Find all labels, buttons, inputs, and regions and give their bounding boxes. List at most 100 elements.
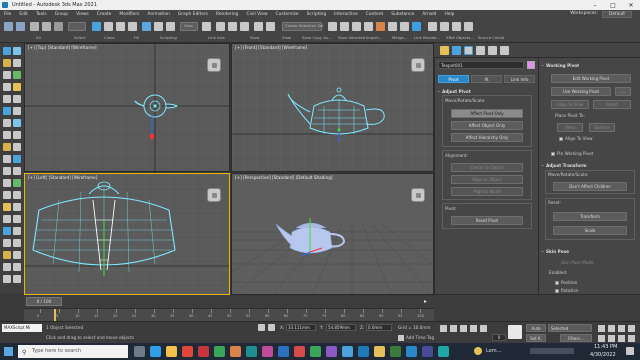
- menu-graph-editors[interactable]: Graph Editors: [174, 12, 212, 17]
- scene-explorer-icon[interactable]: [328, 22, 337, 31]
- tool-icon-21[interactable]: [3, 167, 11, 175]
- object-name-field[interactable]: Teapot001: [438, 61, 524, 69]
- maxscript-listener[interactable]: MAXScript Mi: [2, 324, 42, 332]
- app-icon-6[interactable]: [214, 346, 225, 357]
- tool-icon-20[interactable]: [13, 155, 21, 163]
- rollout-skin-pose[interactable]: Skin Pose: [541, 248, 569, 254]
- menu-edit[interactable]: Edit: [15, 12, 32, 17]
- taskbar-search-box[interactable]: ⚲ Type here to search: [18, 345, 128, 358]
- tool-icon-24[interactable]: [13, 179, 21, 187]
- scale-icon[interactable]: [166, 22, 175, 31]
- tool-icon-38[interactable]: [13, 263, 21, 271]
- rotate-icon[interactable]: [154, 22, 163, 31]
- render-icon[interactable]: [412, 22, 421, 31]
- previous-frame-icon[interactable]: [450, 325, 457, 332]
- windows-start-icon[interactable]: [4, 347, 13, 356]
- clock-time[interactable]: 11:43 PM: [594, 344, 617, 350]
- bind-space-warp-icon[interactable]: [54, 22, 63, 31]
- reset-working-pivot-button[interactable]: Reset: [593, 100, 631, 109]
- app-icon-8[interactable]: [246, 346, 257, 357]
- file-explorer-icon[interactable]: [166, 346, 177, 357]
- tool-icon-25[interactable]: [3, 191, 11, 199]
- menu-create[interactable]: Create: [93, 12, 116, 17]
- rollout-adjust-transform[interactable]: Adjust Transform: [541, 162, 587, 168]
- create-torus-icon[interactable]: [3, 71, 11, 79]
- app-icon-18[interactable]: [406, 346, 417, 357]
- transform-gizmo-top[interactable]: [147, 114, 157, 144]
- min-max-toggle-icon[interactable]: [628, 335, 635, 342]
- align-to-view-button[interactable]: Align To View: [551, 100, 589, 109]
- tool-icon-30[interactable]: [13, 215, 21, 223]
- teapot-front-wireframe[interactable]: [284, 84, 394, 142]
- field-of-view-icon[interactable]: [598, 335, 605, 342]
- tool-icon-15[interactable]: [3, 131, 11, 139]
- create-sphere-icon[interactable]: [13, 47, 21, 55]
- menu-animation[interactable]: Animation: [143, 12, 173, 17]
- app-icon-9[interactable]: [262, 346, 273, 357]
- zoom-icon[interactable]: [608, 335, 615, 342]
- dont-affect-children-button[interactable]: Don't Affect Children: [553, 182, 627, 191]
- add-time-tag-label[interactable]: Add Time Tag: [406, 335, 434, 340]
- lock-selection-icon[interactable]: [258, 324, 265, 331]
- zoom-extents-icon[interactable]: [598, 325, 605, 332]
- maximize-viewport-icon[interactable]: [628, 325, 635, 332]
- redo-icon[interactable]: [16, 22, 25, 31]
- z-coord-field[interactable]: 0.0mm: [366, 324, 392, 331]
- skin-pose-position-checkbox[interactable]: Position: [555, 280, 577, 285]
- select-by-name-icon[interactable]: [104, 22, 113, 31]
- affect-object-only-button[interactable]: Affect Object Only: [451, 121, 523, 130]
- edge-icon[interactable]: [150, 346, 161, 357]
- tool-icon-16[interactable]: [13, 131, 21, 139]
- weather-text[interactable]: Lem...: [486, 348, 501, 354]
- tool-icon-17[interactable]: [3, 143, 11, 151]
- hierarchy-tab-icon[interactable]: [464, 46, 473, 55]
- rollout-working-pivot[interactable]: Working Pivot: [541, 62, 579, 68]
- create-box-icon[interactable]: [3, 47, 11, 55]
- current-frame-field[interactable]: 0: [492, 334, 506, 341]
- reset-scale-button[interactable]: Scale: [553, 226, 627, 235]
- go-to-start-icon[interactable]: [440, 325, 447, 332]
- task-view-icon[interactable]: [134, 346, 145, 357]
- menu-rendering[interactable]: Rendering: [212, 12, 242, 17]
- modify-tab-icon[interactable]: [452, 46, 461, 55]
- unlink-icon[interactable]: [42, 22, 51, 31]
- object-color-swatch[interactable]: [527, 61, 535, 69]
- menu-substance[interactable]: Substance: [387, 12, 418, 17]
- key-filters-button[interactable]: Filters...: [560, 334, 592, 342]
- layer-explorer-icon[interactable]: [340, 22, 349, 31]
- clock-date[interactable]: 4/30/2022: [590, 352, 616, 358]
- app-icon-7[interactable]: [230, 346, 241, 357]
- import-icon[interactable]: [440, 22, 449, 31]
- align-to-view-checkbox[interactable]: Align To View: [559, 136, 593, 141]
- affect-hierarchy-only-button[interactable]: Affect Hierarchy Only: [451, 133, 523, 142]
- create-tab-icon[interactable]: [440, 46, 449, 55]
- affect-pivot-only-button[interactable]: Affect Pivot Only: [451, 109, 523, 118]
- pivot-center-icon[interactable]: [202, 22, 211, 31]
- material-editor-icon[interactable]: [376, 22, 385, 31]
- workspaces-dropdown[interactable]: Default: [601, 11, 632, 18]
- next-frame-icon[interactable]: [470, 325, 477, 332]
- time-slider-handle[interactable]: 0 / 100: [26, 297, 62, 306]
- tool-icon-28[interactable]: [13, 203, 21, 211]
- tool-icon-32[interactable]: [13, 227, 21, 235]
- viewport-front-label[interactable]: [+] [Front] [Standard] [Wireframe]: [235, 45, 307, 50]
- viewport-top[interactable]: [+] [Top] [Standard] [Wireframe]: [24, 43, 230, 172]
- app-icon-13[interactable]: [326, 346, 337, 357]
- align-icon[interactable]: [266, 22, 275, 31]
- place-pivot-view-button[interactable]: View: [557, 123, 583, 132]
- menu-group[interactable]: Group: [51, 12, 72, 17]
- reset-transform-button[interactable]: Transform: [553, 212, 627, 221]
- motion-tab-icon[interactable]: [476, 46, 485, 55]
- app-icon-11[interactable]: [294, 346, 305, 357]
- selection-filter-icon[interactable]: [68, 22, 86, 31]
- menu-civil-view[interactable]: Civil View: [242, 12, 271, 17]
- tray-icons[interactable]: [530, 348, 574, 354]
- create-shape-icon[interactable]: [3, 83, 11, 91]
- app-icon-12[interactable]: [310, 346, 321, 357]
- autocad-icon[interactable]: [198, 346, 209, 357]
- menu-scripting[interactable]: Scripting: [303, 12, 331, 17]
- set-key-button[interactable]: Set K.: [526, 334, 546, 342]
- minimize-button[interactable]: –: [586, 0, 604, 10]
- schematic-view-icon[interactable]: [364, 22, 373, 31]
- app-icon-16[interactable]: [374, 346, 385, 357]
